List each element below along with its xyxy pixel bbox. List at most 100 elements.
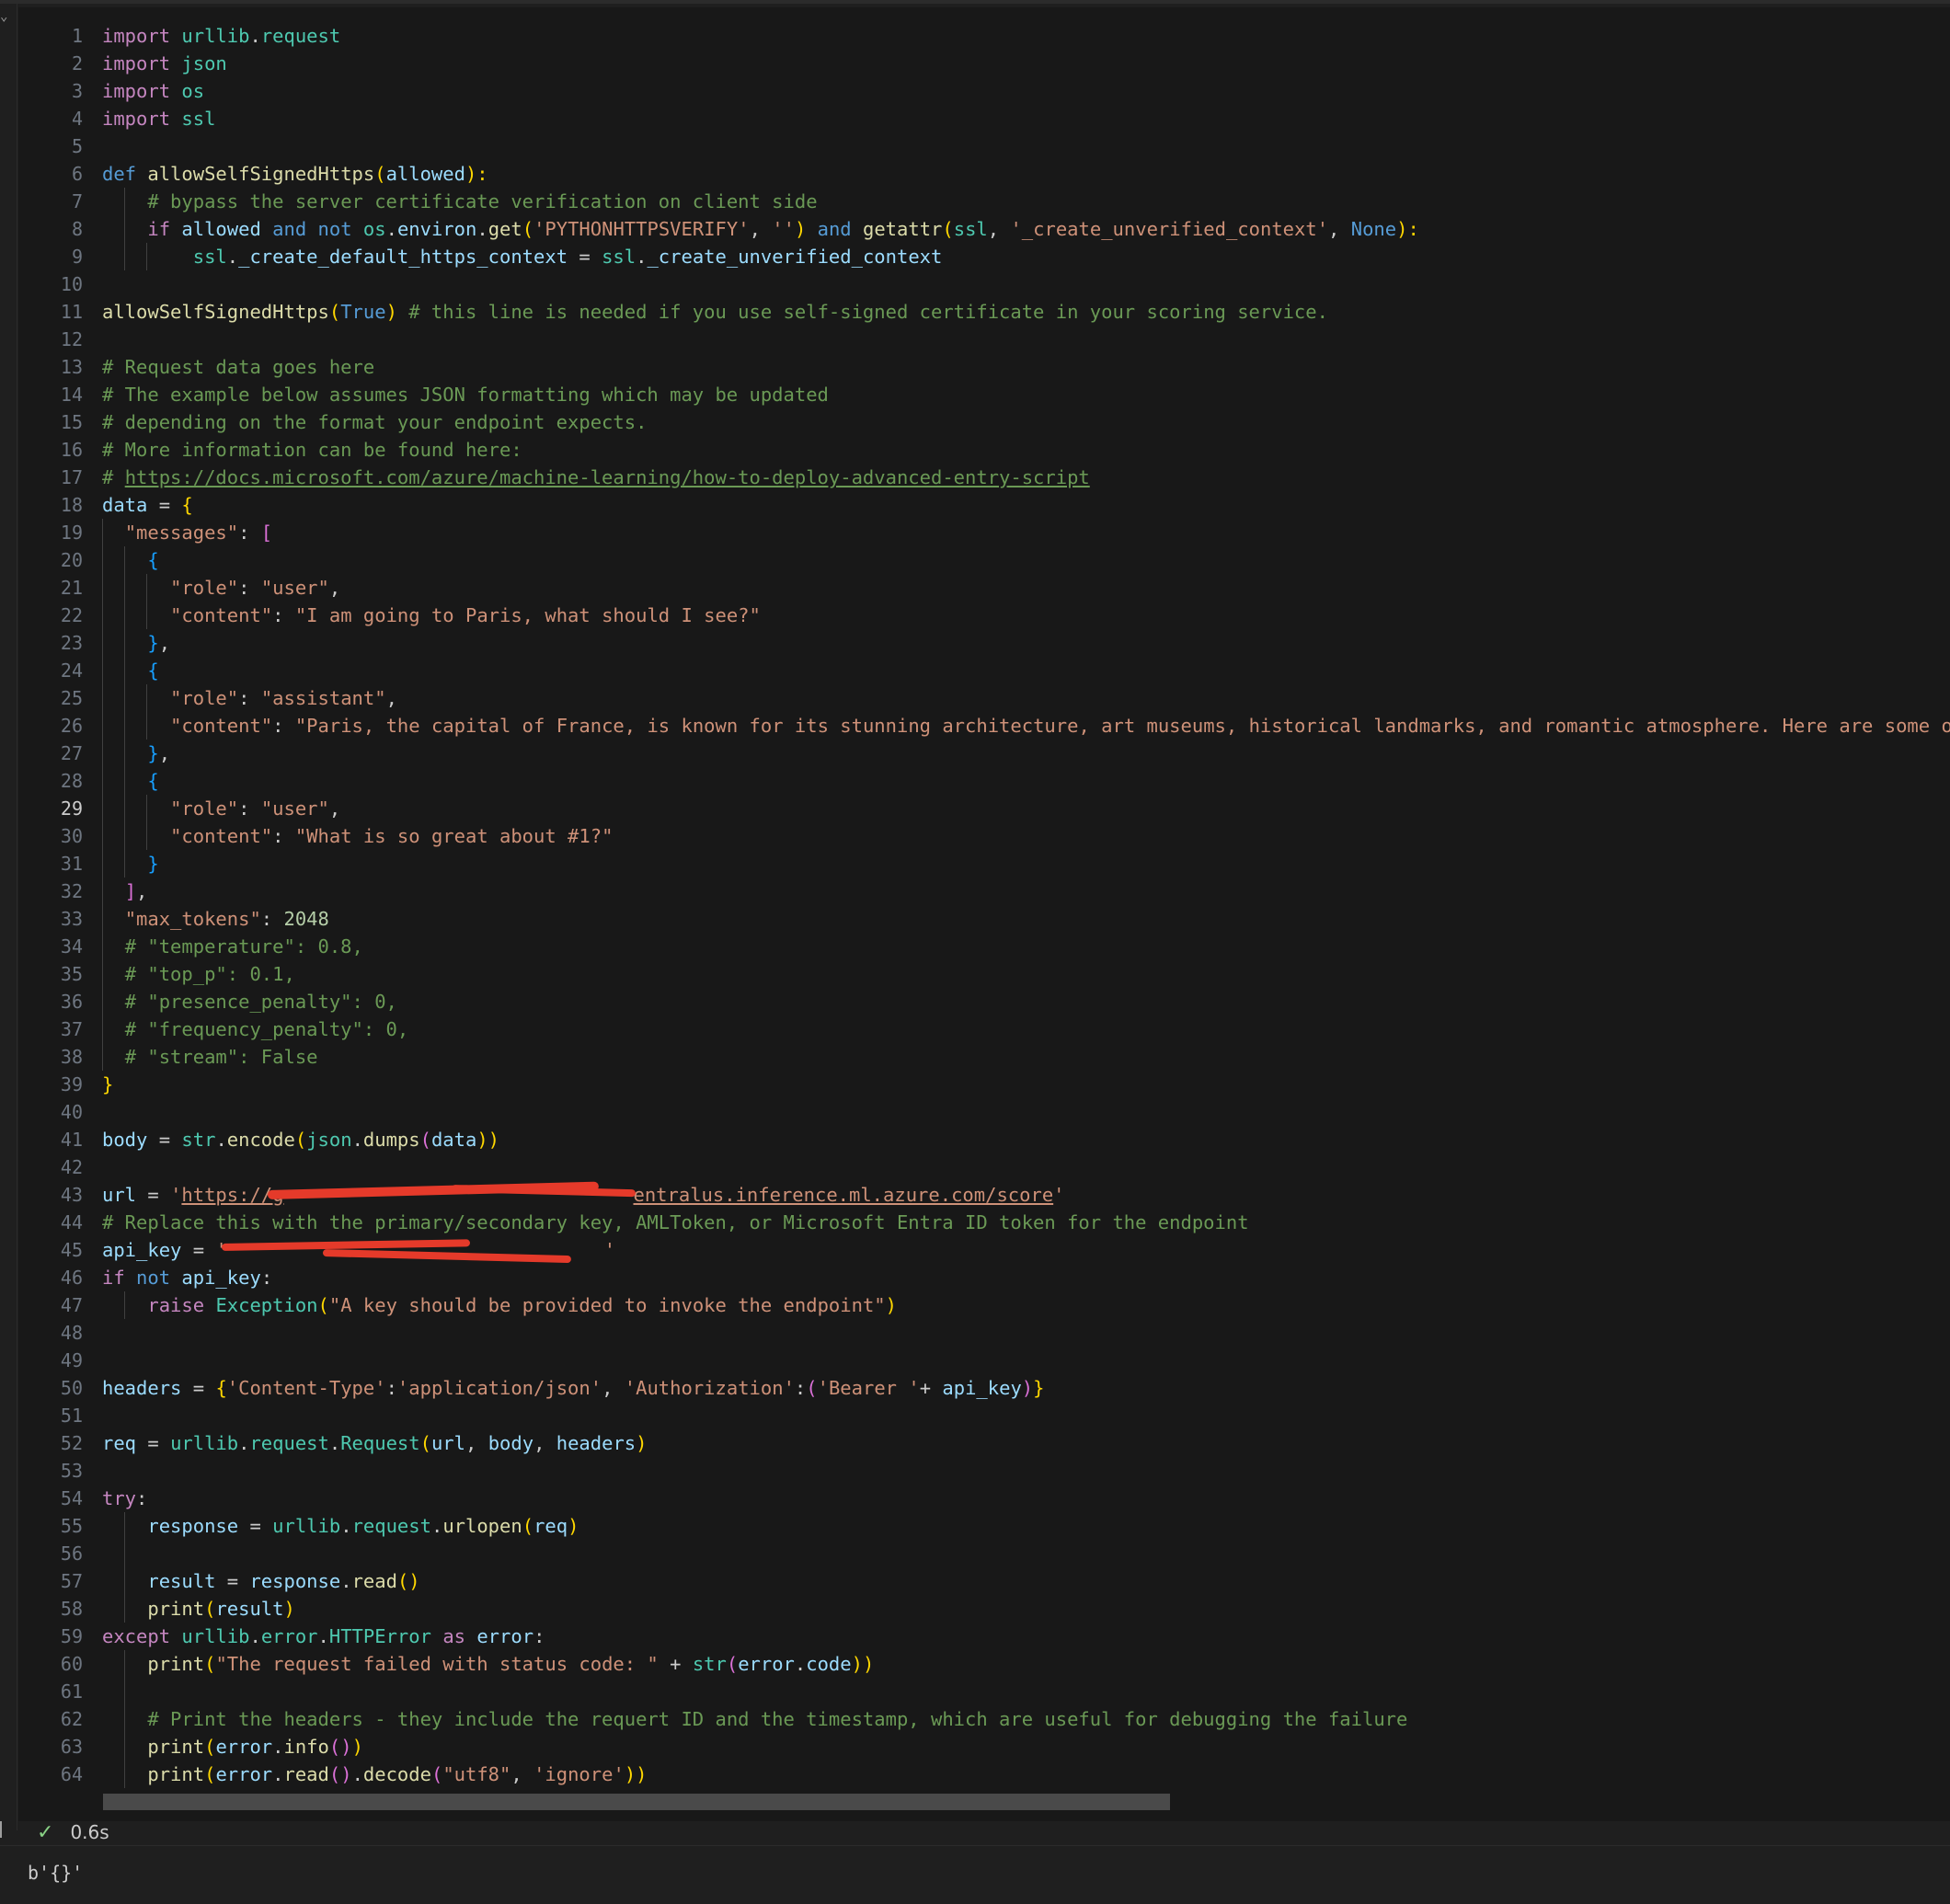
code-cell[interactable]: 1 2 3 4 5 6 7 8 9 10 11 12 13 14 15 16 17 18 19 20 21 22 23 24 2… [18, 7, 1950, 1821]
line-number: 5 [71, 135, 83, 157]
line-number: 30 [60, 825, 83, 847]
docs-link[interactable]: https://docs.microsoft.com/azure/machine… [125, 466, 1090, 488]
code-line-27: }, [102, 740, 1950, 767]
line-number: 41 [60, 1129, 83, 1151]
code-line-34: # "temperature": 0.8, [102, 933, 1950, 960]
code-line-60: print("The request failed with status co… [102, 1650, 1950, 1678]
code-line-33: "max_tokens": 2048 [102, 905, 1950, 933]
line-number: 20 [60, 549, 83, 571]
code-line-56 [102, 1540, 1950, 1567]
cell-status-marker [0, 1821, 6, 1838]
code-editor[interactable]: import urllib.request import json import… [102, 22, 1950, 1788]
code-line-45: api_key = ' ' [102, 1236, 1950, 1264]
line-number: 13 [60, 356, 83, 378]
line-number: 1 [71, 25, 83, 47]
code-line-57: result = response.read() [102, 1567, 1950, 1595]
line-number: 63 [60, 1736, 83, 1758]
line-number: 3 [71, 80, 83, 102]
line-number: 43 [60, 1184, 83, 1206]
redaction-mark-api-key [322, 1249, 572, 1264]
code-line-4: import ssl [102, 108, 216, 130]
line-number: 48 [60, 1322, 83, 1344]
line-number: 6 [71, 163, 83, 185]
code-line-20: { [102, 546, 1950, 574]
line-number: 32 [60, 880, 83, 902]
line-number: 26 [60, 715, 83, 737]
line-number: 44 [60, 1211, 83, 1233]
code-line-28: { [102, 767, 1950, 795]
code-line-23: }, [102, 629, 1950, 657]
line-number: 52 [60, 1432, 83, 1454]
line-number: 9 [71, 246, 83, 268]
code-line-43: url = 'https://g entralus.inference.ml.az… [102, 1181, 1950, 1209]
code-line-26: "content": "Paris, the capital of France… [102, 712, 1950, 740]
code-line-36: # "presence_penalty": 0, [102, 988, 1950, 1015]
line-number: 58 [60, 1598, 83, 1620]
line-number: 54 [60, 1487, 83, 1509]
line-number: 25 [60, 687, 83, 709]
line-number: 59 [60, 1625, 83, 1647]
line-number: 61 [60, 1680, 83, 1703]
line-number: 4 [71, 108, 83, 130]
line-number: 31 [60, 853, 83, 875]
code-line-59: except urllib.error.HTTPError as error: [102, 1625, 545, 1647]
line-number: 57 [60, 1570, 83, 1592]
code-line-6: def allowSelfSignedHttps(allowed): [102, 163, 488, 185]
line-number: 36 [60, 991, 83, 1013]
code-line-16: # More information can be found here: [102, 439, 522, 461]
line-number: 47 [60, 1294, 83, 1316]
code-line-17: # https://docs.microsoft.com/azure/machi… [102, 466, 1090, 488]
code-line-1: import urllib.request [102, 25, 341, 47]
code-line-24: { [102, 657, 1950, 684]
code-line-39: } [102, 1073, 114, 1095]
line-number: 51 [60, 1405, 83, 1427]
code-line-14: # The example below assumes JSON formatt… [102, 384, 829, 406]
code-line-32: ], [102, 877, 1950, 905]
code-line-18: data = { [102, 494, 193, 516]
editor-top-border [0, 0, 1950, 4]
line-number: 7 [71, 190, 83, 212]
line-number: 56 [60, 1543, 83, 1565]
line-number: 24 [60, 660, 83, 682]
code-line-61 [102, 1678, 1950, 1705]
line-number: 29 [60, 797, 83, 820]
code-line-22: "content": "I am going to Paris, what sh… [102, 602, 1950, 629]
code-line-50: headers = {'Content-Type':'application/j… [102, 1377, 1045, 1399]
code-line-8: if allowed and not os.environ.get('PYTHO… [102, 215, 1950, 243]
code-line-31: } [102, 850, 1950, 877]
line-number: 18 [60, 494, 83, 516]
line-number: 27 [60, 742, 83, 764]
code-line-37: # "frequency_penalty": 0, [102, 1015, 1950, 1043]
code-line-54: try: [102, 1487, 148, 1509]
code-line-35: # "top_p": 0.1, [102, 960, 1950, 988]
cell-output: b'{}' [28, 1862, 84, 1884]
code-line-55: response = urllib.request.urlopen(req) [102, 1512, 1950, 1540]
line-number: 34 [60, 935, 83, 958]
line-number: 50 [60, 1377, 83, 1399]
horizontal-scrollbar[interactable] [103, 1794, 1170, 1810]
line-number: 49 [60, 1349, 83, 1371]
code-line-29: "role": "user", [102, 795, 1950, 822]
code-line-3: import os [102, 80, 205, 102]
code-line-11: allowSelfSignedHttps(True) # this line i… [102, 301, 1328, 323]
code-line-7: # bypass the server certificate verifica… [102, 188, 1950, 215]
chevron-down-icon[interactable]: ⌄ [0, 9, 13, 24]
code-line-2: import json [102, 52, 227, 75]
line-number: 42 [60, 1156, 83, 1178]
line-number: 21 [60, 577, 83, 599]
line-number: 2 [71, 52, 83, 75]
line-number: 16 [60, 439, 83, 461]
code-line-52: req = urllib.request.Request(url, body, … [102, 1432, 648, 1454]
code-line-41: body = str.encode(json.dumps(data)) [102, 1129, 500, 1151]
line-number-gutter: 1 2 3 4 5 6 7 8 9 10 11 12 13 14 15 16 17 18 19 20 21 22 23 24 2… [18, 22, 83, 1788]
code-line-44: # Replace this with the primary/secondar… [102, 1211, 1249, 1233]
code-line-47: raise Exception("A key should be provide… [102, 1291, 1950, 1319]
line-number: 55 [60, 1515, 83, 1537]
code-line-15: # depending on the format your endpoint … [102, 411, 648, 433]
line-number: 38 [60, 1046, 83, 1068]
